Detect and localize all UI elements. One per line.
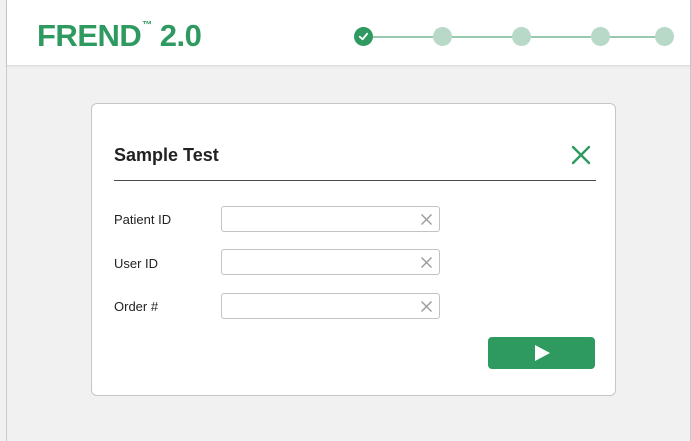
logo-version: 2.0 bbox=[159, 18, 202, 53]
user-id-field bbox=[221, 249, 440, 275]
user-id-label: User ID bbox=[114, 256, 159, 271]
start-test-button[interactable] bbox=[488, 337, 595, 369]
sample-test-dialog: Sample Test Patient ID User ID Order # bbox=[91, 103, 616, 396]
patient-id-label: Patient ID bbox=[114, 212, 172, 227]
order-number-input[interactable] bbox=[228, 297, 408, 315]
step-4 bbox=[591, 27, 610, 46]
header-bar: FREND™ 2.0 bbox=[7, 0, 690, 66]
step-5 bbox=[655, 27, 674, 46]
step-3 bbox=[512, 27, 531, 46]
dialog-title: Sample Test bbox=[114, 145, 219, 165]
clear-icon[interactable] bbox=[420, 300, 433, 313]
step-2 bbox=[433, 27, 452, 46]
patient-id-field bbox=[221, 206, 440, 232]
step-1-complete bbox=[354, 27, 373, 46]
logo-trademark: ™ bbox=[142, 20, 152, 31]
app-logo: FREND™ 2.0 bbox=[37, 18, 202, 54]
logo-brand: FREND bbox=[37, 18, 142, 53]
step-connector bbox=[452, 36, 512, 38]
order-number-field bbox=[221, 293, 440, 319]
clear-icon[interactable] bbox=[420, 256, 433, 269]
step-connector bbox=[373, 36, 433, 38]
close-button[interactable] bbox=[570, 144, 592, 166]
user-id-input[interactable] bbox=[228, 253, 408, 271]
step-connector bbox=[610, 36, 660, 38]
play-icon bbox=[534, 345, 550, 361]
title-divider bbox=[114, 180, 596, 181]
check-icon bbox=[358, 32, 369, 41]
clear-icon[interactable] bbox=[420, 213, 433, 226]
patient-id-input[interactable] bbox=[228, 210, 408, 228]
app-window: FREND™ 2.0 Sample Test Patient ID User I… bbox=[6, 0, 691, 441]
close-icon bbox=[571, 145, 591, 165]
order-number-label: Order # bbox=[114, 299, 159, 314]
step-connector bbox=[531, 36, 591, 38]
progress-stepper bbox=[354, 27, 674, 47]
